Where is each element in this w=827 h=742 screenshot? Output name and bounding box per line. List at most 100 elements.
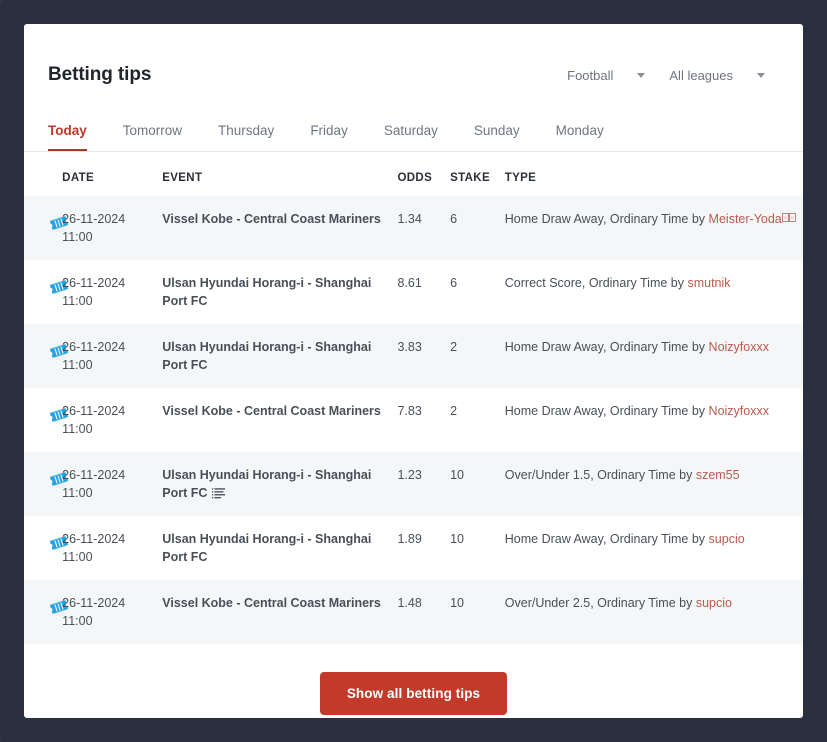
betting-tips-table: DATE EVENT ODDS STAKE TYPE 26-11-2024 11:… (24, 152, 803, 644)
chevron-down-icon (637, 73, 645, 78)
card-header: Betting tips Football All leagues (24, 24, 803, 100)
table-row[interactable]: 26-11-2024 11:00 Vissel Kobe - Central Coa… (24, 580, 803, 644)
row-type: Correct Score, Ordinary Time by smutnik (505, 260, 803, 324)
row-ticket-icon-cell (24, 260, 62, 324)
league-filter[interactable]: All leagues (669, 68, 765, 83)
sport-filter[interactable]: Football (567, 68, 645, 83)
row-type-description: Home Draw Away, Ordinary Time by (505, 404, 709, 418)
row-author-link[interactable]: Noizyfoxxx (709, 404, 769, 418)
row-odds: 1.48 (397, 580, 450, 644)
column-header-icon (24, 152, 62, 196)
row-ticket-icon-cell (24, 516, 62, 580)
row-ticket-icon-cell (24, 388, 62, 452)
row-date: 26-11-2024 11:00 (62, 388, 162, 452)
missing-glyph-icon: ▫ (789, 213, 796, 222)
row-author-link[interactable]: supcio (696, 596, 732, 610)
row-stake: 10 (450, 452, 505, 516)
table-row[interactable]: 26-11-202411:00Ulsan Hyundai Horang-i - … (24, 516, 803, 580)
tab-today[interactable]: Today (48, 123, 87, 152)
page-title: Betting tips (48, 64, 151, 86)
row-stake: 2 (450, 388, 505, 452)
row-date: 26-11-202411:00 (62, 260, 162, 324)
row-author-link[interactable]: szem55 (696, 468, 740, 482)
row-ticket-icon-cell (24, 452, 62, 516)
row-date-value: 26-11-2024 (62, 212, 125, 226)
table-header-row: DATE EVENT ODDS STAKE TYPE (24, 152, 803, 196)
tab-sunday[interactable]: Sunday (474, 123, 520, 152)
column-header-stake: STAKE (450, 152, 505, 196)
row-type-description: Home Draw Away, Ordinary Time by (505, 212, 709, 226)
row-stake: 2 (450, 324, 505, 388)
chevron-down-icon (757, 73, 765, 78)
row-type-description: Home Draw Away, Ordinary Time by (505, 340, 709, 354)
row-odds: 1.23 (397, 452, 450, 516)
row-date: 26-11-2024 11:00 (62, 452, 162, 516)
row-odds: 1.89 (397, 516, 450, 580)
row-type-description: Home Draw Away, Ordinary Time by (505, 532, 709, 546)
tab-saturday[interactable]: Saturday (384, 123, 438, 152)
tab-thursday[interactable]: Thursday (218, 123, 274, 152)
table-row[interactable]: 26-11-202411:00Ulsan Hyundai Horang-i - … (24, 260, 803, 324)
table-row[interactable]: 26-11-2024 11:00 Ulsan Hyundai Horang-i - … (24, 452, 803, 516)
row-event-name: Ulsan Hyundai Horang-i - Shanghai Port F… (162, 468, 371, 500)
tab-friday[interactable]: Friday (310, 123, 348, 152)
row-odds: 7.83 (397, 388, 450, 452)
row-ticket-icon-cell (24, 324, 62, 388)
row-event[interactable]: Vissel Kobe - Central Coast Mariners (162, 196, 397, 260)
row-date-value: 26-11-2024 (62, 404, 125, 418)
tab-tomorrow[interactable]: Tomorrow (123, 123, 182, 152)
row-ticket-icon-cell (24, 580, 62, 644)
row-date-value: 26-11-2024 (62, 340, 125, 354)
row-time-value: 11:00 (62, 422, 92, 436)
row-type: Over/Under 1.5, Ordinary Time by szem55 (505, 452, 803, 516)
row-event[interactable]: Ulsan Hyundai Horang-i - Shanghai Port F… (162, 324, 397, 388)
row-type-description: Over/Under 1.5, Ordinary Time by (505, 468, 696, 482)
row-type: Home Draw Away, Ordinary Time by supcio (505, 516, 803, 580)
row-date-value: 26-11-2024 (62, 596, 125, 610)
row-author-link[interactable]: supcio (709, 532, 745, 546)
row-type: Over/Under 2.5, Ordinary Time by supcio (505, 580, 803, 644)
tab-monday[interactable]: Monday (556, 123, 604, 152)
row-time-value: 11:00 (62, 486, 92, 500)
row-date: 26-11-2024 11:00 (62, 580, 162, 644)
row-event[interactable]: Vissel Kobe - Central Coast Mariners (162, 580, 397, 644)
table-row[interactable]: 26-11-2024 11:00 Ulsan Hyundai Horang-i - … (24, 324, 803, 388)
show-all-betting-tips-button[interactable]: Show all betting tips (320, 672, 507, 715)
row-event[interactable]: Ulsan Hyundai Horang-i - Shanghai Port F… (162, 516, 397, 580)
table-row[interactable]: 26-11-2024 11:00 Vissel Kobe - Central Coa… (24, 388, 803, 452)
row-type: Home Draw Away, Ordinary Time by Noizyfo… (505, 388, 803, 452)
row-author-link[interactable]: smutnik (687, 276, 730, 290)
row-time-value: 11:00 (62, 614, 92, 628)
row-event-name: Vissel Kobe - Central Coast Mariners (162, 212, 381, 226)
row-time-value: 11:00 (62, 550, 92, 564)
row-type: Home Draw Away, Ordinary Time by Noizyfo… (505, 324, 803, 388)
row-event[interactable]: Ulsan Hyundai Horang-i - Shanghai Port F… (162, 260, 397, 324)
card-footer: Show all betting tips (24, 644, 803, 715)
row-odds: 3.83 (397, 324, 450, 388)
row-event[interactable]: Vissel Kobe - Central Coast Mariners (162, 388, 397, 452)
row-stake: 10 (450, 580, 505, 644)
row-author-link[interactable]: Meister-Yoda (709, 212, 782, 226)
row-time-value: 11:00 (62, 230, 92, 244)
row-time-value: 11:00 (62, 358, 92, 372)
row-odds: 1.34 (397, 196, 450, 260)
row-type: Home Draw Away, Ordinary Time by Meister… (505, 196, 803, 260)
column-header-date: DATE (62, 152, 162, 196)
betting-tips-card: Betting tips Football All leagues TodayT… (24, 24, 803, 718)
row-ticket-icon-cell (24, 196, 62, 260)
column-header-type: TYPE (505, 152, 803, 196)
row-event-name: Ulsan Hyundai Horang-i - Shanghai Port F… (162, 532, 371, 564)
row-date-value: 26-11-2024 (62, 468, 125, 482)
row-type-description: Over/Under 2.5, Ordinary Time by (505, 596, 696, 610)
row-stake: 6 (450, 196, 505, 260)
row-date: 26-11-202411:00 (62, 516, 162, 580)
row-date-value: 26-11-2024 (62, 276, 125, 290)
row-event[interactable]: Ulsan Hyundai Horang-i - Shanghai Port F… (162, 452, 397, 516)
day-tabs: Today Tomorrow Thursday Friday Saturday Sunda… (24, 122, 803, 152)
league-filter-label: All leagues (669, 68, 733, 83)
table-header: DATE EVENT ODDS STAKE TYPE (24, 152, 803, 196)
table-row[interactable]: 26-11-2024 11:00 Vissel Kobe - Central Coa… (24, 196, 803, 260)
row-author-link[interactable]: Noizyfoxxx (709, 340, 769, 354)
row-event-name: Vissel Kobe - Central Coast Mariners (162, 596, 381, 610)
row-odds: 8.61 (397, 260, 450, 324)
